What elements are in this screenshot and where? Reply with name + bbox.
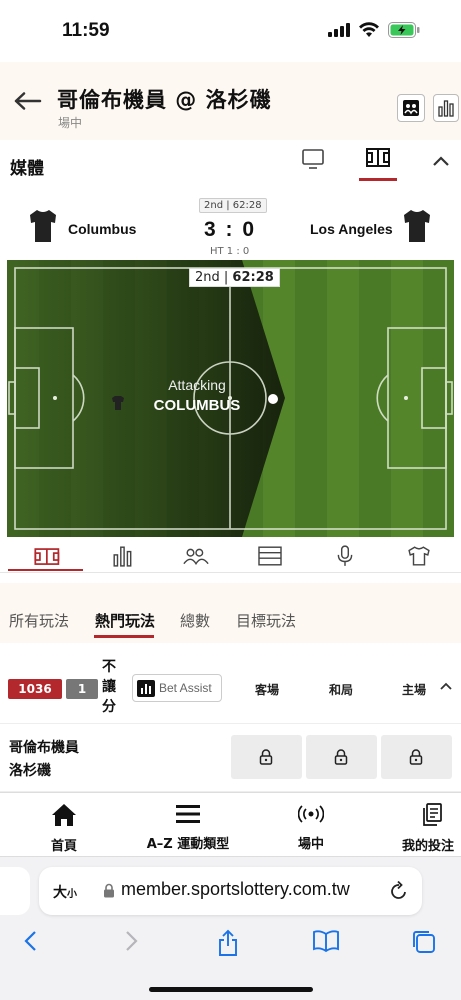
odds-cell-away-locked[interactable]: [231, 735, 302, 779]
chevron-up-icon[interactable]: [440, 682, 452, 690]
statistics-icon[interactable]: [108, 545, 138, 567]
pitch-tracker-icon[interactable]: [366, 148, 390, 168]
status-time: 11:59: [62, 20, 110, 41]
address-bar[interactable]: 大小 member.sportslottery.com.tw: [39, 867, 422, 915]
bar-chart-icon: [438, 100, 454, 117]
away-team-name: Los Angeles: [310, 221, 393, 237]
lock-icon: [409, 749, 423, 765]
tv-icon[interactable]: [302, 149, 324, 169]
wifi-icon: [359, 22, 379, 37]
shirt-icon[interactable]: [404, 545, 434, 567]
standings-icon[interactable]: [255, 545, 285, 567]
bet-assist-button[interactable]: Bet Assist: [132, 674, 222, 702]
market-header: 1036 1 不讓分 Bet Assist 客場 和局 主場: [0, 650, 461, 724]
chevron-up-icon[interactable]: [432, 156, 450, 167]
lineup-icon: [403, 100, 419, 116]
nav-home-label: 首頁: [50, 839, 77, 854]
attacking-team: COLUMBUS: [153, 397, 241, 414]
commentary-microphone-icon[interactable]: [330, 545, 360, 567]
lineup-button[interactable]: [397, 94, 425, 122]
odds-cell-draw-locked[interactable]: [306, 735, 377, 779]
row-team-home: 哥倫布機員: [9, 740, 79, 756]
bet-assist-icon: [137, 680, 155, 697]
match-odds-row: 哥倫布機員 洛杉磯: [0, 724, 461, 792]
betslip-icon: [423, 803, 442, 826]
market-count-badge: 1036: [8, 679, 62, 699]
market-tab-active-indicator: [94, 635, 154, 638]
page-title: 哥倫布機員 @ 洛杉磯: [57, 88, 272, 112]
tabs-icon[interactable]: [411, 929, 437, 955]
lock-icon: [334, 749, 348, 765]
bookmarks-icon[interactable]: [312, 929, 340, 953]
nav-sports-az[interactable]: A–Z 運動類型: [136, 803, 240, 852]
match-header: 哥倫布機員 @ 洛杉磯 場中: [0, 62, 461, 140]
home-indicator: [149, 987, 313, 992]
back-arrow-icon[interactable]: [14, 92, 42, 110]
page-subtitle: 場中: [58, 116, 83, 130]
tab-totals[interactable]: 總數: [180, 610, 210, 631]
column-draw: 和局: [329, 683, 354, 697]
cellular-signal-icon: [328, 23, 350, 37]
tracker-tab-active-indicator: [8, 569, 83, 571]
market-secondary-badge: 1: [66, 679, 98, 699]
status-bar: 11:59: [0, 0, 461, 62]
home-team-name: Columbus: [68, 221, 137, 237]
tab-goal-markets[interactable]: 目標玩法: [236, 610, 296, 631]
home-shirt-icon: [30, 210, 56, 242]
match-period: 2nd | 62:28: [199, 198, 267, 213]
live-icon: [297, 805, 325, 823]
url-text: member.sportslottery.com.tw: [121, 879, 350, 899]
text-size-large: 大: [53, 885, 67, 901]
reload-icon[interactable]: [389, 880, 409, 902]
back-icon[interactable]: [22, 929, 40, 953]
row-team-away: 洛杉磯: [9, 763, 51, 779]
media-bar: 媒體: [0, 140, 461, 188]
previous-tab-preview[interactable]: [0, 867, 30, 915]
home-icon: [52, 804, 76, 826]
text-size-button[interactable]: 大小: [53, 882, 77, 902]
browser-toolbar: 大小 member.sportslottery.com.tw: [0, 856, 461, 1000]
market-name: 不讓分: [102, 659, 116, 715]
nav-my-bets-label: 我的投注: [402, 839, 455, 854]
secure-lock-icon: [104, 883, 114, 898]
odds-cell-home-locked[interactable]: [381, 735, 452, 779]
battery-charging-icon: [388, 22, 420, 38]
bet-assist-label: Bet Assist: [159, 681, 212, 695]
lineups-icon[interactable]: [181, 545, 211, 567]
menu-icon: [176, 805, 200, 823]
scoreboard: 2nd | 62:28 Columbus 3 : 0 HT 1 : 0 Los …: [0, 188, 461, 260]
away-shirt-icon: [404, 210, 430, 242]
lock-icon: [259, 749, 273, 765]
match-score: 3 : 0: [204, 218, 257, 241]
stats-button[interactable]: [433, 94, 459, 122]
share-icon[interactable]: [216, 929, 240, 957]
pitch-view-icon[interactable]: [33, 545, 63, 567]
tab-all-markets[interactable]: 所有玩法: [9, 610, 69, 631]
match-tracker-pitch: 2nd | 62:28 Attacking COLUMBUS: [7, 260, 454, 537]
bottom-navigation: 首頁 A–Z 運動類型 場中 我的投注: [0, 792, 461, 856]
attack-status-label: Attacking: [168, 377, 226, 393]
column-home: 主場: [402, 683, 427, 697]
text-size-small: 小: [67, 889, 77, 900]
tracker-tabs: [0, 537, 461, 573]
nav-sports-az-label: A–Z 運動類型: [146, 837, 230, 852]
column-away: 客場: [255, 683, 280, 697]
nav-live[interactable]: 場中: [291, 803, 331, 852]
halftime-score: HT 1 : 0: [210, 246, 250, 257]
nav-live-label: 場中: [297, 837, 324, 852]
market-tabs: 所有玩法 熱門玩法 總數 目標玩法: [0, 583, 461, 643]
pitch-period: 2nd: [195, 270, 220, 285]
pitch-time: 62:28: [232, 270, 274, 285]
tab-popular-markets[interactable]: 熱門玩法: [95, 610, 155, 631]
nav-home[interactable]: 首頁: [44, 803, 84, 854]
media-active-indicator: [359, 178, 397, 181]
media-label: 媒體: [10, 159, 44, 179]
forward-icon[interactable]: [122, 929, 140, 953]
nav-my-bets[interactable]: 我的投注: [402, 803, 461, 854]
pitch-clock: 2nd | 62:28: [189, 268, 280, 287]
